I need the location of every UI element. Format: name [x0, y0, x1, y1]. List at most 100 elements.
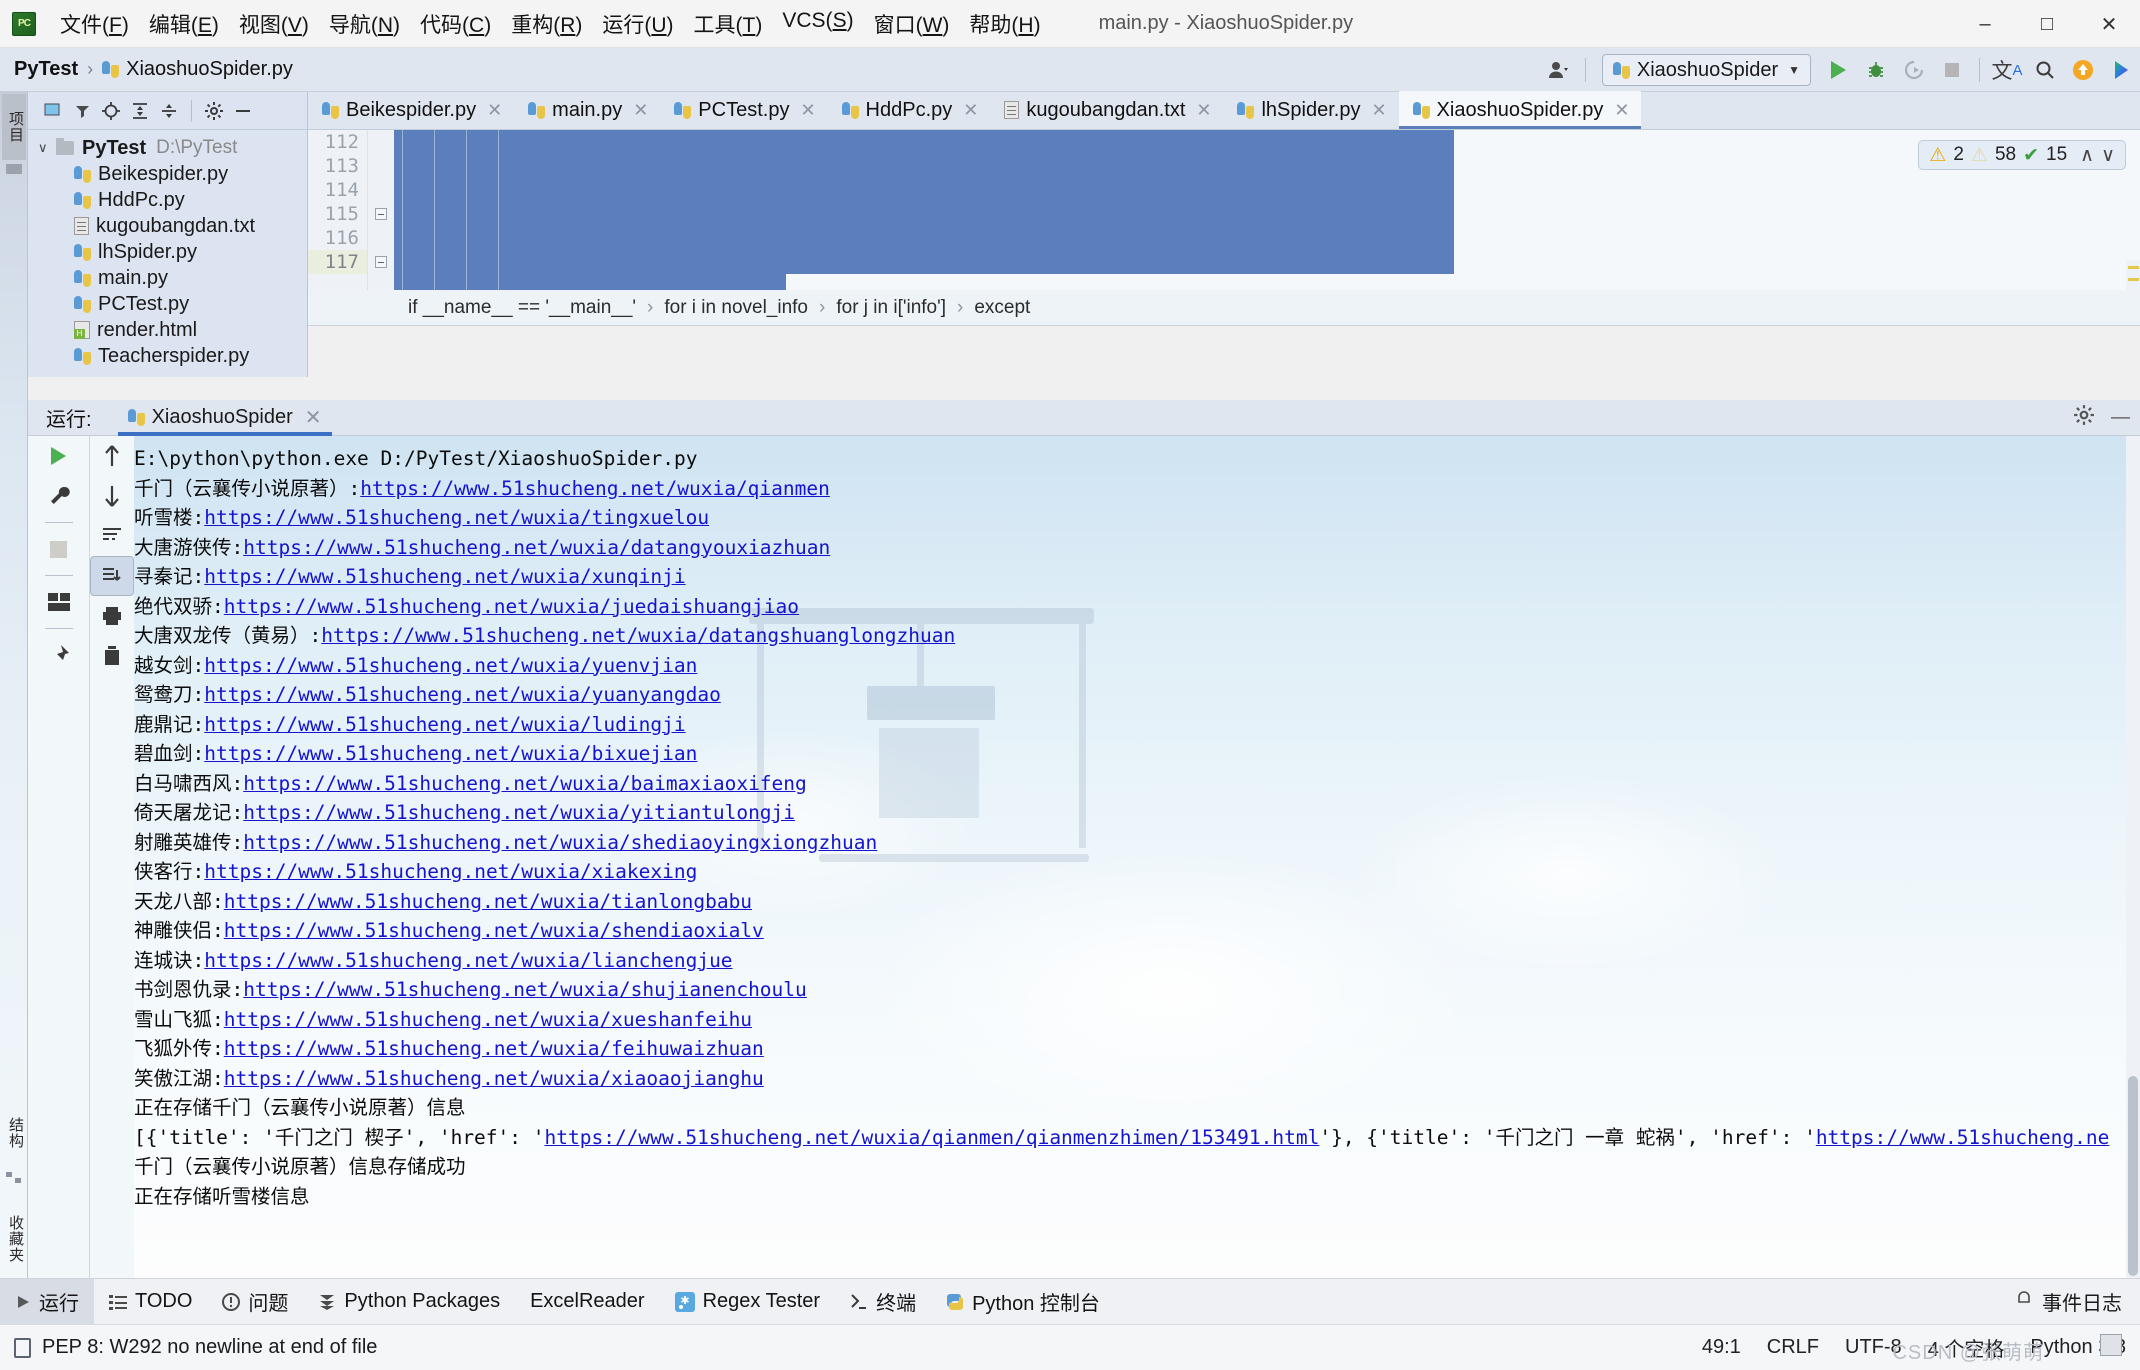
- settings-icon[interactable]: [201, 98, 227, 124]
- inspection-widget[interactable]: ⚠ 2 ⚠ 58 ✔ 15 ∧ ∨: [1918, 140, 2126, 170]
- console-link[interactable]: https://www.51shucheng.net/wuxia/shendia…: [224, 919, 764, 942]
- hide-panel-icon[interactable]: [230, 98, 256, 124]
- window-controls[interactable]: – □ ✕: [1954, 0, 2140, 48]
- prev-problem-icon[interactable]: ∧: [2080, 144, 2094, 167]
- console-link[interactable]: https://www.51shucheng.net/wuxia/xiakexi…: [204, 860, 697, 883]
- tree-node-Beikespider-py[interactable]: Beikespider.py: [28, 161, 307, 187]
- bottom-tool-bar[interactable]: 运行TODO问题Python PackagesExcelReaderRegex …: [0, 1278, 2140, 1324]
- bottom-tab-2[interactable]: 问题: [207, 1279, 303, 1325]
- menu-item-4[interactable]: 代码(C): [410, 5, 501, 43]
- tree-node-lhSpider-py[interactable]: lhSpider.py: [28, 239, 307, 265]
- fold-column[interactable]: [368, 130, 394, 290]
- console-link[interactable]: https://www.51shucheng.net/wuxia/tingxue…: [204, 506, 709, 529]
- menu-item-10[interactable]: 帮助(H): [959, 5, 1050, 43]
- breadcrumb-file[interactable]: XiaoshuoSpider.py: [102, 58, 293, 81]
- tree-node-PCTest-py[interactable]: PCTest.py: [28, 291, 307, 317]
- close-icon[interactable]: ✕: [305, 405, 322, 430]
- run-tab-xiaoshuospider[interactable]: XiaoshuoSpider ✕: [118, 400, 332, 436]
- menu-item-6[interactable]: 运行(U): [592, 5, 683, 43]
- tree-node-root[interactable]: ∨PyTestD:\PyTest: [28, 135, 307, 161]
- console-link[interactable]: https://www.51shucheng.net/wuxia/xiaoaoj…: [224, 1067, 764, 1090]
- file-encoding[interactable]: UTF-8: [1845, 1336, 1902, 1359]
- search-icon[interactable]: [2028, 53, 2062, 87]
- editor-tab-XiaoshuoSpider-py[interactable]: XiaoshuoSpider.py✕: [1399, 91, 1642, 129]
- close-icon[interactable]: ✕: [487, 100, 502, 121]
- maximize-button[interactable]: □: [2016, 0, 2078, 48]
- editor-tab-kugoubangdan-txt[interactable]: kugoubangdan.txt✕: [990, 91, 1223, 129]
- close-icon[interactable]: ✕: [800, 100, 815, 121]
- close-icon[interactable]: ✕: [1196, 100, 1211, 121]
- console-link[interactable]: https://www.51shucheng.net/wuxia/datangs…: [321, 624, 955, 647]
- bottom-tab-5[interactable]: Regex Tester: [660, 1279, 835, 1325]
- code-breadcrumb[interactable]: if __name__ == '__main__'›for i in novel…: [308, 290, 2140, 326]
- update-icon[interactable]: [2066, 53, 2100, 87]
- bottom-tab-0[interactable]: 运行: [0, 1279, 94, 1325]
- console-link[interactable]: https://www.51shucheng.ne: [1816, 1126, 2110, 1149]
- console-link[interactable]: https://www.51shucheng.net/wuxia/baimaxi…: [243, 772, 807, 795]
- sidebar-item-structure[interactable]: 结构: [2, 1102, 26, 1164]
- scrollbar-thumb[interactable]: [2128, 1076, 2138, 1276]
- run-window-header-actions[interactable]: —: [2073, 400, 2130, 436]
- run-icon[interactable]: [1821, 53, 1855, 87]
- event-log-button[interactable]: 事件日志: [2015, 1287, 2122, 1316]
- line-separator[interactable]: CRLF: [1767, 1336, 1819, 1359]
- bottom-tab-6[interactable]: 终端: [835, 1279, 931, 1325]
- menu-item-5[interactable]: 重构(R): [501, 5, 592, 43]
- run-toolbar-primary[interactable]: [28, 436, 90, 1278]
- rerun-icon[interactable]: [37, 436, 81, 476]
- minimize-panel-icon[interactable]: —: [2111, 407, 2130, 429]
- close-icon[interactable]: ✕: [1614, 100, 1629, 121]
- tree-node-render-html[interactable]: render.html: [28, 317, 307, 343]
- menu-item-0[interactable]: 文件(F): [50, 5, 139, 43]
- stop-icon[interactable]: [37, 529, 81, 569]
- pin-icon[interactable]: [37, 635, 81, 675]
- close-button[interactable]: ✕: [2078, 0, 2140, 48]
- chevron-down-icon[interactable]: ∨: [38, 140, 56, 156]
- editor-tab-Beikespider-py[interactable]: Beikespider.py✕: [308, 91, 514, 129]
- editor-tab-HddPc-py[interactable]: HddPc.py✕: [828, 91, 991, 129]
- gear-icon[interactable]: [2073, 404, 2095, 432]
- account-icon[interactable]: [1541, 53, 1575, 87]
- sidebar-item-favorites[interactable]: 收藏夹: [2, 1196, 26, 1282]
- code-text-area[interactable]: print('下载路径：'+href) novel_text(z, title,…: [394, 130, 2140, 290]
- trash-icon[interactable]: [90, 636, 134, 676]
- console-link[interactable]: https://www.51shucheng.net/wuxia/datangy…: [243, 536, 830, 559]
- console-link[interactable]: https://www.51shucheng.net/wuxia/xunqinj…: [204, 565, 685, 588]
- code-crumb-0[interactable]: if __name__ == '__main__': [408, 297, 636, 319]
- console-link[interactable]: https://www.51shucheng.net/wuxia/feihuwa…: [224, 1037, 764, 1060]
- menu-bar[interactable]: 文件(F)编辑(E)视图(V)导航(N)代码(C)重构(R)运行(U)工具(T)…: [50, 5, 1051, 43]
- tree-node-kugoubangdan-txt[interactable]: kugoubangdan.txt: [28, 213, 307, 239]
- close-icon[interactable]: ✕: [633, 100, 648, 121]
- console-link[interactable]: https://www.51shucheng.net/wuxia/yuenvji…: [204, 654, 697, 677]
- console-link[interactable]: https://www.51shucheng.net/wuxia/yitiant…: [243, 801, 795, 824]
- console-output[interactable]: E:\python\python.exe D:/PyTest/XiaoshuoS…: [134, 436, 2126, 1278]
- bottom-tab-7[interactable]: Python 控制台: [931, 1279, 1115, 1325]
- up-arrow-icon[interactable]: [90, 436, 134, 476]
- tree-node-HddPc-py[interactable]: HddPc.py: [28, 187, 307, 213]
- tree-node-main-py[interactable]: main.py: [28, 265, 307, 291]
- editor-marker-bar[interactable]: [2126, 260, 2140, 290]
- select-opened-file-icon[interactable]: [40, 98, 66, 124]
- close-icon[interactable]: ✕: [1371, 100, 1386, 121]
- expand-all-icon[interactable]: [127, 98, 153, 124]
- project-tree[interactable]: ∨PyTestD:\PyTestBeikespider.pyHddPc.pyku…: [28, 130, 307, 369]
- debug-icon[interactable]: [1859, 53, 1893, 87]
- menu-item-7[interactable]: 工具(T): [684, 5, 773, 43]
- next-problem-icon[interactable]: ∨: [2101, 144, 2115, 167]
- editor-tab-main-py[interactable]: main.py✕: [514, 91, 660, 129]
- translate-icon[interactable]: 文A: [1990, 53, 2024, 87]
- code-crumb-3[interactable]: except: [974, 297, 1030, 319]
- console-scrollbar[interactable]: [2126, 436, 2140, 1278]
- status-bar-corner-icon[interactable]: [2100, 1334, 2122, 1356]
- stop-icon[interactable]: [1935, 53, 1969, 87]
- caret-position[interactable]: 49:1: [1702, 1336, 1741, 1359]
- menu-item-2[interactable]: 视图(V): [229, 5, 319, 43]
- console-link[interactable]: https://www.51shucheng.net/wuxia/shediao…: [243, 831, 877, 854]
- bottom-tab-3[interactable]: Python Packages: [303, 1279, 515, 1325]
- editor-tab-PCTest-py[interactable]: PCTest.py✕: [660, 91, 827, 129]
- wrench-icon[interactable]: [37, 476, 81, 516]
- console-link[interactable]: https://www.51shucheng.net/wuxia/xueshan…: [224, 1008, 752, 1031]
- filter-icon[interactable]: [69, 98, 95, 124]
- scroll-to-end-icon[interactable]: [90, 556, 134, 596]
- fold-marker[interactable]: [375, 208, 387, 220]
